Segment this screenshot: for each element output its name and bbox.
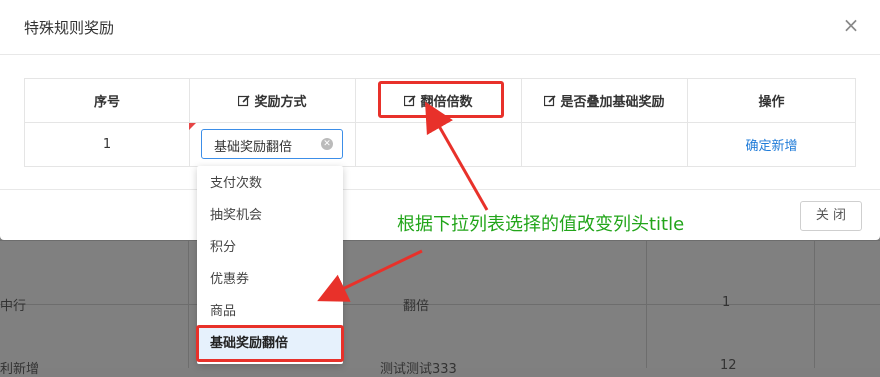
annotation-text: 根据下拉列表选择的值改变列头title (397, 214, 685, 235)
annotation-arrows (317, 101, 489, 302)
arrow-to-header (425, 101, 489, 211)
arrow-to-dropdown (317, 249, 423, 302)
